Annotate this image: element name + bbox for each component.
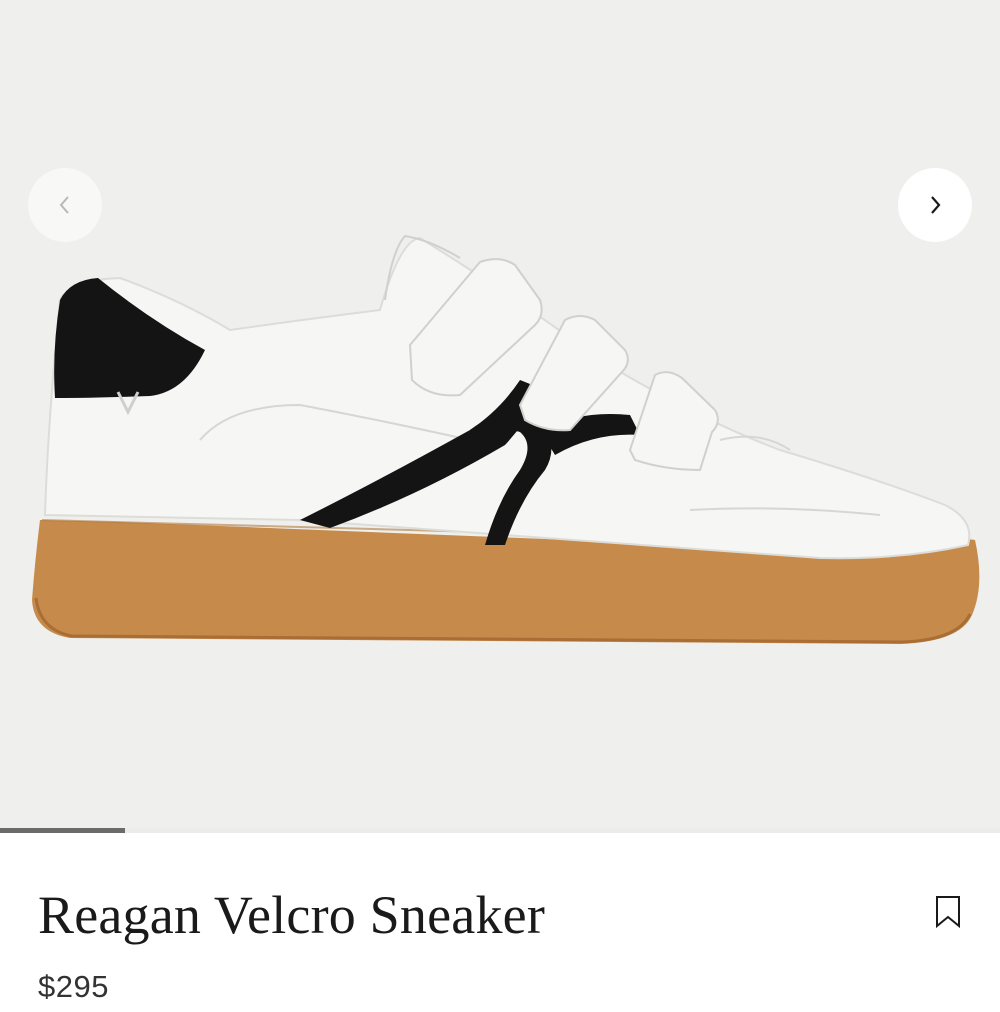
next-image-button[interactable] (898, 168, 972, 242)
product-image-gallery[interactable] (0, 0, 1000, 833)
product-image (32, 234, 980, 644)
bookmark-icon (936, 896, 960, 929)
product-title: Reagan Velcro Sneaker (38, 885, 545, 945)
save-bookmark-button[interactable] (930, 892, 966, 932)
previous-image-button[interactable] (28, 168, 102, 242)
chevron-left-icon (59, 196, 69, 214)
gallery-progress-fill (0, 828, 125, 833)
product-price: $295 (38, 969, 109, 1004)
gallery-progress-bar (0, 828, 1000, 833)
chevron-right-icon (931, 196, 941, 214)
